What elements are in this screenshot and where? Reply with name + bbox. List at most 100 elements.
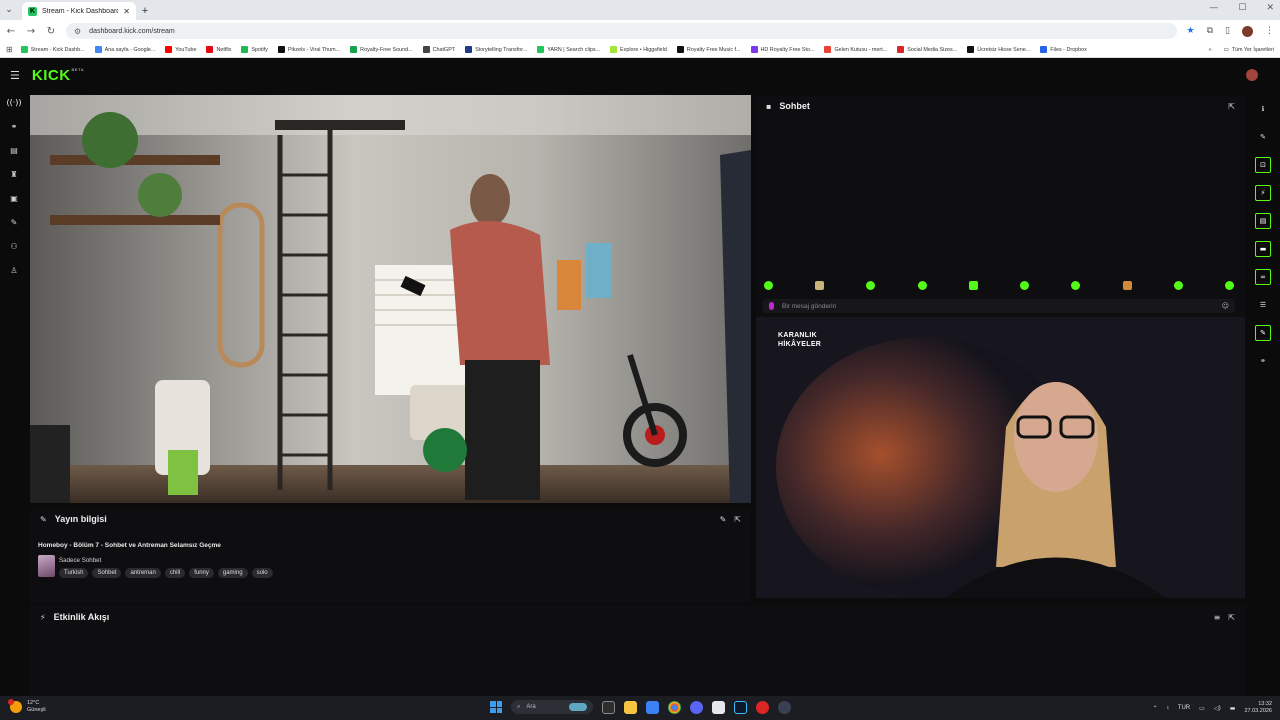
community-icon[interactable]: ⚇ [6, 240, 22, 253]
screen-capture-icon[interactable]: ⊡ [1255, 157, 1271, 173]
bookmark-item[interactable]: Spotify [241, 46, 268, 53]
bookmark-item[interactable]: Files - Dropbox [1040, 46, 1087, 53]
trophy-icon[interactable]: ♜ [6, 168, 22, 181]
store-icon[interactable] [646, 700, 659, 714]
wrench-tool-icon[interactable]: ✎ [1255, 325, 1271, 341]
emote-icon[interactable] [1122, 281, 1132, 290]
maximize-icon[interactable]: ☐ [1238, 3, 1246, 13]
connection-icon[interactable]: ∞ [1255, 269, 1271, 285]
moderation-icon[interactable]: ♙ [6, 264, 22, 277]
app-icon[interactable] [690, 700, 703, 714]
browser-tab[interactable]: K Stream - Kick Dashboard ✕ [22, 2, 136, 20]
activity-popout-icon[interactable]: ⇱ [1228, 613, 1235, 622]
tab-close-icon[interactable]: ✕ [123, 7, 130, 16]
clock[interactable]: 13:32 27.03.2026 [1244, 701, 1272, 715]
profile-avatar[interactable] [1242, 25, 1253, 37]
network-icon[interactable]: ▭ [1199, 705, 1205, 712]
back-icon[interactable]: ← [6, 26, 16, 37]
bookmark-item[interactable]: Royalty Free Music f... [676, 46, 741, 53]
tab-search-icon[interactable]: ⌄ [0, 0, 18, 20]
chat-settings-icon[interactable]: ▬ [1255, 241, 1271, 257]
new-tab-button[interactable]: + [136, 2, 154, 20]
popout-icon[interactable]: ⇱ [734, 515, 741, 524]
bookmark-item[interactable]: Ücretsiz Hisse Sene... [967, 46, 1030, 53]
bookmark-item[interactable]: Explore • Higgsfield [610, 46, 667, 53]
stream-preview[interactable] [30, 95, 751, 503]
lightning-icon[interactable]: ⚡ [1255, 185, 1271, 201]
filter-icon[interactable]: ≡ [1214, 613, 1221, 622]
start-button[interactable] [490, 701, 502, 713]
tag-chip[interactable]: Turkish [59, 568, 89, 578]
task-view-icon[interactable] [602, 700, 615, 714]
bookmark-item[interactable]: Netflix [206, 46, 231, 53]
user-avatar[interactable] [1246, 69, 1258, 81]
bookmark-item[interactable]: Gelen Kutusu - mert... [824, 46, 887, 53]
sidepanel-icon[interactable]: ▯ [1225, 26, 1230, 36]
layout-icon[interactable]: ☰ [1255, 297, 1271, 313]
battery-icon[interactable]: ▬ [1230, 705, 1236, 712]
edit-icon[interactable]: ✎ [720, 515, 727, 524]
minimize-icon[interactable]: — [1209, 3, 1218, 13]
recorder-icon[interactable] [756, 700, 769, 714]
pencil-icon[interactable]: ✎ [1255, 129, 1271, 145]
emote-icon[interactable] [815, 281, 825, 290]
chat-input[interactable]: Bir mesaj gönderin ☺ [763, 299, 1235, 313]
analytics-icon[interactable]: ▤ [6, 144, 22, 157]
emote-icon[interactable] [866, 281, 876, 290]
bookmark-star-icon[interactable]: ★ [1187, 26, 1195, 36]
chat-popout-icon[interactable]: ⇱ [1228, 102, 1235, 111]
reload-icon[interactable]: ↻ [46, 26, 56, 37]
emote-icon[interactable] [968, 281, 978, 290]
taskbar-search[interactable]: ⌕ Ara [511, 700, 593, 714]
tag-chip[interactable]: funny [189, 568, 214, 578]
emote-icon[interactable] [764, 281, 773, 290]
url-field[interactable]: ⚙ dashboard.kick.com/stream [66, 23, 1177, 39]
menu-icon[interactable]: ☰ [10, 69, 20, 82]
emote-icon[interactable] [1071, 281, 1081, 290]
tag-chip[interactable]: solo [251, 568, 273, 578]
emote-icon[interactable] [917, 281, 927, 290]
media-library-icon[interactable]: ▣ [6, 192, 22, 205]
all-bookmarks-link[interactable]: ▭ Tüm Yer İşaretleri [1224, 47, 1274, 53]
apps-grid-icon[interactable]: ⊞ [6, 45, 13, 54]
bookmark-item[interactable]: Royalty-Free Sound... [350, 46, 413, 53]
browser-menu-icon[interactable]: ⋮ [1265, 26, 1274, 36]
volume-icon[interactable]: ◁) [1214, 705, 1221, 712]
stream-broadcast-icon[interactable]: ((·)) [6, 96, 22, 109]
language-indicator[interactable]: TUR [1178, 705, 1190, 711]
share-icon[interactable]: ⚭ [1255, 353, 1271, 369]
emote-icon[interactable] [1224, 281, 1234, 290]
bookmark-item[interactable]: Stream - Kick Dashb... [20, 46, 85, 53]
bookmark-item[interactable]: ChatGPT [422, 46, 455, 53]
tools-icon[interactable]: ✎ [6, 216, 22, 229]
bookmark-item[interactable]: Social Media Sizes... [897, 46, 957, 53]
site-info-icon[interactable]: ⚙ [74, 27, 81, 36]
terminal-icon[interactable] [734, 700, 747, 714]
tag-chip[interactable]: chill [164, 568, 186, 578]
emote-icon[interactable] [1173, 281, 1183, 290]
bookmark-item[interactable]: YARN | Search clips... [537, 46, 600, 53]
extensions-icon[interactable]: ⧉ [1207, 26, 1213, 36]
emote-icon[interactable] [1020, 281, 1030, 290]
link-icon[interactable]: ⚭ [6, 120, 22, 133]
info-icon[interactable]: ℹ [1255, 101, 1271, 117]
bookmark-item[interactable]: Ana sayfa - Google... [94, 46, 155, 53]
tag-chip[interactable]: antreman [125, 568, 161, 578]
more-bookmarks-icon[interactable]: » [1209, 47, 1212, 53]
secondary-video[interactable]: KARANLIK HİKÂYELER [756, 317, 1245, 598]
file-explorer-icon[interactable] [624, 700, 637, 714]
mic-tray-icon[interactable]: ♮ [1167, 705, 1169, 712]
category-thumbnail[interactable] [38, 555, 55, 577]
obs-icon[interactable] [778, 700, 791, 714]
tag-chip[interactable]: gaming [217, 568, 248, 578]
kick-logo[interactable]: KICKBETA [32, 67, 84, 84]
bookmark-item[interactable]: Pikzels - Viral Thum... [277, 46, 340, 53]
mic-icon[interactable] [769, 302, 774, 310]
emoji-picker-icon[interactable]: ☺ [1222, 302, 1229, 310]
bookmark-item[interactable]: HD Royalty Free Sto... [750, 46, 814, 53]
bookmark-item[interactable]: YouTube [165, 46, 196, 53]
tag-chip[interactable]: Sohbet [92, 568, 122, 578]
weather-widget[interactable]: 12°C Güneşli [8, 699, 46, 714]
chrome-icon[interactable] [668, 700, 681, 714]
forward-icon[interactable]: → [26, 26, 36, 37]
